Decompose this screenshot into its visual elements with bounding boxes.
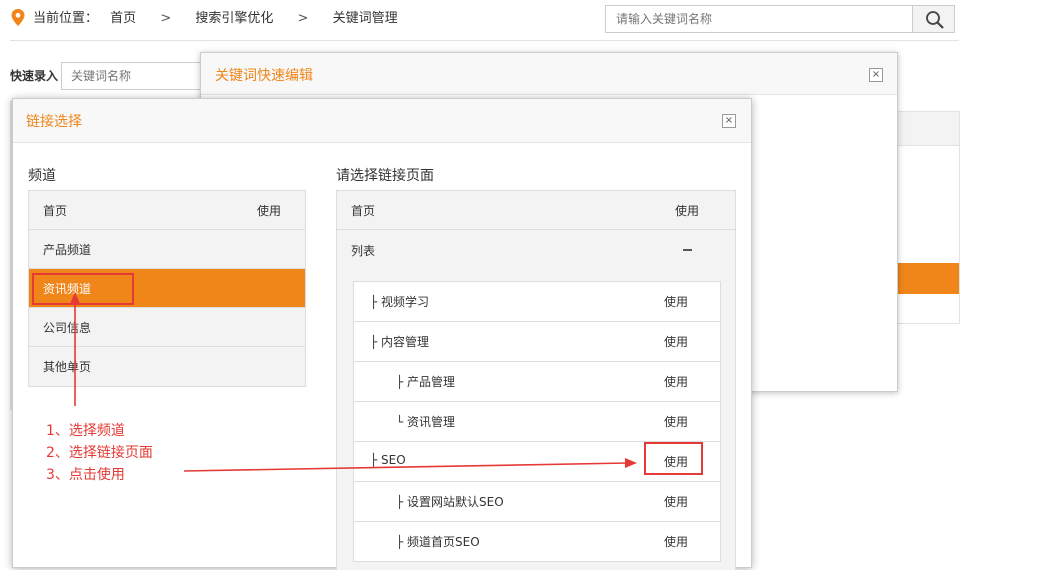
use-button[interactable]: 使用 <box>664 493 688 510</box>
channel-item-label: 产品频道 <box>43 243 92 257</box>
background-selected-row <box>895 263 959 294</box>
channel-item-other-pages[interactable]: 其他单页 <box>29 347 305 386</box>
page-heading: 请选择链接页面 <box>336 168 434 184</box>
page-item-label: ├ 频道首页SEO <box>396 535 480 549</box>
page-item-label: ├ 设置网站默认SEO <box>396 495 504 509</box>
background-table <box>895 111 960 324</box>
use-button[interactable]: 使用 <box>257 202 281 219</box>
breadcrumb-home[interactable]: 首页 <box>110 7 136 26</box>
use-button[interactable]: 使用 <box>675 202 699 219</box>
channel-item-label: 首页 <box>43 204 68 218</box>
location-label: 当前位置： <box>33 11 99 26</box>
channel-item-products[interactable]: 产品频道 <box>29 230 305 269</box>
page-item-home[interactable]: 首页 使用 <box>337 191 735 230</box>
keyword-name-input[interactable] <box>61 62 211 90</box>
page-item-label: ├ 内容管理 <box>370 335 430 349</box>
page-item-default-seo[interactable]: ├ 设置网站默认SEO 使用 <box>354 482 720 522</box>
search-input[interactable] <box>605 5 913 33</box>
breadcrumb-keyword-management: 关键词管理 <box>332 11 398 26</box>
search-icon <box>926 11 944 29</box>
dialog-header: 关键词快速编辑 × <box>201 53 897 95</box>
background-table-header <box>895 112 959 146</box>
quick-entry-label: 快速录入 <box>10 69 59 83</box>
annotation-highlight-channel <box>32 273 134 305</box>
use-button[interactable]: 使用 <box>664 413 688 430</box>
close-icon[interactable]: × <box>869 68 883 82</box>
use-button[interactable]: 使用 <box>664 533 688 550</box>
use-button[interactable]: 使用 <box>664 293 688 310</box>
channel-item-home[interactable]: 首页 使用 <box>29 191 305 230</box>
page-sub-list: ├ 视频学习 使用 ├ 内容管理 使用 ├ 产品管理 使用 └ 资讯管理 使用 … <box>353 281 721 562</box>
channel-heading: 频道 <box>28 168 56 184</box>
page-item-label: └ 资讯管理 <box>396 415 456 429</box>
page-item-news-management[interactable]: └ 资讯管理 使用 <box>354 402 720 442</box>
search-button[interactable] <box>912 5 955 33</box>
divider <box>10 40 959 41</box>
dialog-title: 链接选择 <box>26 114 82 130</box>
location-pin-icon <box>11 9 25 26</box>
page-item-label: ├ 产品管理 <box>396 375 456 389</box>
page-item-label: 列表 <box>351 244 376 258</box>
annotation-highlight-use <box>644 442 703 475</box>
use-button[interactable]: 使用 <box>664 373 688 390</box>
annotation-steps: 1、选择频道 2、选择链接页面 3、点击使用 <box>46 420 153 486</box>
page-item-content[interactable]: ├ 内容管理 使用 <box>354 322 720 362</box>
page-item-list[interactable]: 列表 <box>337 231 735 270</box>
page-item-video[interactable]: ├ 视频学习 使用 <box>354 282 720 322</box>
annotation-step-2: 2、选择链接页面 <box>46 445 153 461</box>
dialog-title: 关键词快速编辑 <box>215 68 313 84</box>
dialog-header: 链接选择 × <box>13 99 751 143</box>
page-item-product-management[interactable]: ├ 产品管理 使用 <box>354 362 720 402</box>
use-button[interactable]: 使用 <box>664 333 688 350</box>
link-select-dialog: 链接选择 × 频道 请选择链接页面 首页 使用 产品频道 资讯频道 公司信息 其… <box>12 98 752 570</box>
annotation-step-3: 3、点击使用 <box>46 467 125 483</box>
close-icon[interactable]: × <box>722 114 736 128</box>
page-item-label: ├ 视频学习 <box>370 295 430 309</box>
channel-item-label: 公司信息 <box>43 321 92 335</box>
channel-item-company[interactable]: 公司信息 <box>29 308 305 347</box>
breadcrumb-separator: > <box>160 11 172 26</box>
top-bar: 当前位置： 首页 > 搜索引擎优化 > 关键词管理 <box>0 0 1053 42</box>
page-list: 首页 使用 列表 ├ 视频学习 使用 ├ 内容管理 使用 ├ 产品管理 使用 └… <box>336 190 736 570</box>
breadcrumb-seo[interactable]: 搜索引擎优化 <box>195 7 273 26</box>
breadcrumb: 当前位置： 首页 > 搜索引擎优化 > 关键词管理 <box>33 7 398 26</box>
page-item-label: ├ SEO <box>370 453 406 467</box>
annotation-step-1: 1、选择频道 <box>46 423 125 439</box>
page-item-channel-seo[interactable]: ├ 频道首页SEO 使用 <box>354 522 720 562</box>
collapse-icon[interactable] <box>683 249 692 251</box>
breadcrumb-separator: > <box>297 11 309 26</box>
channel-item-label: 其他单页 <box>43 360 92 374</box>
page-item-label: 首页 <box>351 204 376 218</box>
